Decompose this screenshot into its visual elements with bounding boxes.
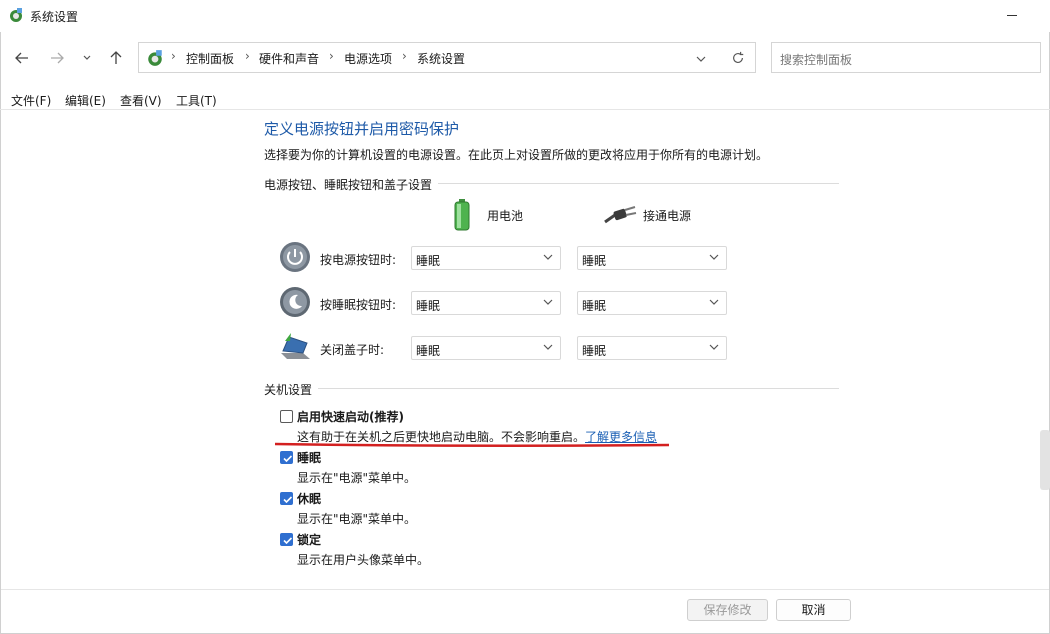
breadcrumb-separator: › bbox=[329, 49, 334, 63]
page-title: 定义电源按钮并启用密码保护 bbox=[264, 120, 460, 138]
footer-divider bbox=[1, 589, 1049, 590]
hibernate-option-description: 显示在"电源"菜单中。 bbox=[297, 512, 417, 526]
lock-option-title: 锁定 bbox=[297, 533, 322, 547]
select-value: 睡眠 bbox=[582, 254, 607, 268]
shutdown-group-label: 关机设置 bbox=[264, 381, 319, 398]
chevron-down-icon bbox=[543, 254, 553, 260]
chevron-down-icon bbox=[709, 254, 719, 260]
menu-edit[interactable]: 编辑(E) bbox=[65, 92, 106, 109]
power-button-icon bbox=[280, 242, 310, 272]
close-lid-plugged-select[interactable]: 睡眠 bbox=[577, 336, 727, 360]
sleep-button-plugged-select[interactable]: 睡眠 bbox=[577, 291, 727, 315]
window-title: 系统设置 bbox=[30, 10, 79, 24]
search-input[interactable]: 搜索控制面板 bbox=[771, 42, 1041, 73]
arrow-right-icon bbox=[51, 52, 64, 64]
red-annotation-underline bbox=[274, 442, 670, 448]
breadcrumb-system-settings[interactable]: 系统设置 bbox=[417, 50, 465, 67]
chevron-down-icon[interactable] bbox=[695, 54, 707, 64]
lock-option-description: 显示在用户头像菜单中。 bbox=[297, 553, 430, 567]
search-placeholder: 搜索控制面板 bbox=[780, 53, 853, 67]
arrow-left-icon bbox=[15, 52, 28, 64]
row-label-close-lid: 关闭盖子时: bbox=[320, 343, 385, 357]
breadcrumb-power-options[interactable]: 电源选项 bbox=[344, 50, 392, 67]
recent-locations-button[interactable] bbox=[77, 46, 97, 70]
power-buttons-group-label: 电源按钮、睡眠按钮和盖子设置 bbox=[264, 176, 439, 193]
menu-view[interactable]: 查看(V) bbox=[120, 92, 162, 109]
row-label-sleep-button: 按睡眠按钮时: bbox=[320, 298, 397, 312]
select-value: 睡眠 bbox=[582, 344, 607, 358]
window-border-left bbox=[0, 0, 1, 634]
page-description: 选择要为你的计算机设置的电源设置。在此页上对设置所做的更改将应用于你所有的电源计… bbox=[264, 148, 769, 162]
chevron-down-icon bbox=[709, 344, 719, 350]
save-changes-button[interactable]: 保存修改 bbox=[687, 599, 768, 621]
breadcrumb-hardware-sound[interactable]: 硬件和声音 bbox=[259, 50, 319, 67]
minimize-button[interactable] bbox=[1004, 9, 1020, 23]
sleep-button-icon bbox=[280, 287, 310, 317]
checkmark-icon bbox=[283, 496, 293, 504]
breadcrumb-separator: › bbox=[245, 49, 250, 63]
menu-tools[interactable]: 工具(T) bbox=[176, 92, 217, 109]
close-lid-battery-select[interactable]: 睡眠 bbox=[411, 336, 561, 360]
hibernate-checkbox[interactable] bbox=[280, 492, 293, 505]
select-value: 睡眠 bbox=[582, 299, 607, 313]
up-button[interactable] bbox=[104, 46, 128, 70]
sleep-option-title: 睡眠 bbox=[297, 451, 322, 465]
row-label-power-button: 按电源按钮时: bbox=[320, 253, 397, 267]
cancel-button[interactable]: 取消 bbox=[776, 599, 851, 621]
title-bar: 系统设置 bbox=[0, 0, 1050, 32]
back-button[interactable] bbox=[10, 46, 34, 70]
scrollbar-thumb[interactable] bbox=[1040, 430, 1050, 490]
laptop-lid-icon bbox=[281, 333, 310, 359]
group-divider bbox=[264, 388, 839, 389]
select-value: 睡眠 bbox=[416, 254, 441, 268]
sleep-button-battery-select[interactable]: 睡眠 bbox=[411, 291, 561, 315]
chevron-down-icon bbox=[543, 299, 553, 305]
power-plug-icon bbox=[604, 206, 637, 224]
arrow-up-icon bbox=[110, 51, 122, 64]
menu-file[interactable]: 文件(F) bbox=[11, 92, 51, 109]
power-button-battery-select[interactable]: 睡眠 bbox=[411, 246, 561, 270]
control-panel-icon bbox=[148, 50, 162, 66]
forward-button[interactable] bbox=[45, 46, 69, 70]
checkmark-icon bbox=[283, 537, 293, 545]
plugged-in-column-header: 接通电源 bbox=[643, 209, 692, 223]
fast-startup-checkbox[interactable] bbox=[280, 410, 293, 423]
lock-checkbox[interactable] bbox=[280, 533, 293, 546]
select-value: 睡眠 bbox=[416, 344, 441, 358]
hibernate-option-title: 休眠 bbox=[297, 492, 322, 506]
breadcrumb-separator: › bbox=[402, 49, 407, 63]
battery-column-header: 用电池 bbox=[487, 209, 524, 223]
checkmark-icon bbox=[283, 455, 293, 463]
power-button-plugged-select[interactable]: 睡眠 bbox=[577, 246, 727, 270]
control-panel-icon bbox=[10, 8, 22, 22]
address-bar[interactable]: › 控制面板 › 硬件和声音 › 电源选项 › 系统设置 bbox=[138, 42, 756, 73]
chevron-down-icon bbox=[543, 344, 553, 350]
chevron-down-icon bbox=[709, 299, 719, 305]
refresh-icon[interactable] bbox=[731, 51, 745, 65]
sleep-checkbox[interactable] bbox=[280, 451, 293, 464]
select-value: 睡眠 bbox=[416, 299, 441, 313]
menu-divider bbox=[0, 109, 1050, 110]
breadcrumb-control-panel[interactable]: 控制面板 bbox=[186, 50, 234, 67]
fast-startup-title: 启用快速启动(推荐) bbox=[297, 410, 404, 424]
chevron-down-icon bbox=[83, 55, 91, 60]
sleep-option-description: 显示在"电源"菜单中。 bbox=[297, 471, 417, 485]
breadcrumb-separator: › bbox=[171, 49, 176, 63]
battery-icon bbox=[454, 199, 470, 231]
